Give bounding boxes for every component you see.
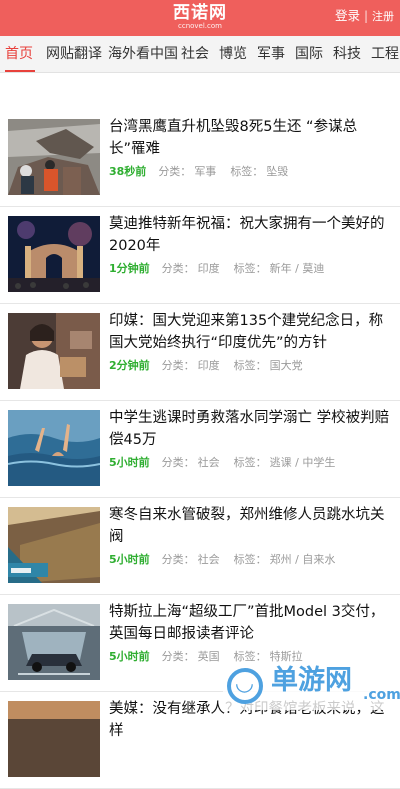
news-item[interactable]: 莫迪推特新年祝福：祝大家拥有一个美好的2020年 1分钟前 分类： 印度 标签： 新年 … (0, 207, 400, 304)
tab-home[interactable]: 首页 (5, 36, 33, 72)
news-title[interactable]: 中学生逃课时勇救落水同学溺亡 学校被判赔偿45万 (109, 407, 392, 451)
tags-label: 标签： (233, 262, 267, 275)
crash-image-icon (8, 119, 100, 195)
publish-time: 2分钟前 (109, 359, 150, 372)
portrait-image-icon (8, 313, 100, 389)
category-link[interactable]: 社会 (198, 553, 220, 566)
tab-military[interactable]: 军事 (257, 36, 285, 72)
tab-overseas[interactable]: 海外看中国 (108, 36, 178, 72)
tab-international[interactable]: 国际 (295, 36, 323, 72)
watermark-smile-icon: ◡ (236, 671, 253, 696)
news-meta: 5小时前 分类： 英国 标签： 特斯拉 (109, 648, 303, 664)
tab-expo[interactable]: 博览 (219, 36, 247, 72)
drowning-image-icon (8, 410, 100, 486)
category-label: 分类： (158, 165, 192, 178)
category-label: 分类： (161, 359, 195, 372)
publish-time: 5小时前 (109, 553, 150, 566)
news-thumbnail[interactable] (8, 410, 100, 486)
top-header: 西诺网 ccnovel.com 登录 | 注册 (0, 0, 400, 36)
news-item[interactable]: 印媒：国大党迎来第135个建党纪念日，称国大党始终执行“印度优先”的方针 2分钟… (0, 304, 400, 401)
tag-link[interactable]: 坠毁 (266, 165, 288, 178)
category-link[interactable]: 印度 (198, 262, 220, 275)
category-link[interactable]: 印度 (198, 359, 220, 372)
tag-link[interactable]: 特斯拉 (270, 650, 303, 663)
fireworks-image-icon (8, 216, 100, 292)
tags-label: 标签： (233, 650, 267, 663)
publish-time: 5小时前 (109, 650, 150, 663)
login-link[interactable]: 登录 (335, 8, 360, 23)
category-label: 分类： (161, 262, 195, 275)
tag-link[interactable]: 郑州 / 自来水 (270, 553, 336, 566)
site-watermark: ◡ 单游网 .com (223, 664, 400, 710)
tags-label: 标签： (230, 165, 264, 178)
news-thumbnail[interactable] (8, 701, 100, 777)
auth-separator: | (363, 9, 368, 23)
category-link[interactable]: 英国 (198, 650, 220, 663)
news-meta: 38秒前 分类： 军事 标签： 坠毁 (109, 163, 288, 179)
category-label: 分类： (161, 456, 195, 469)
news-item[interactable]: 寒冬自来水管破裂，郑州维修人员跳水坑关阀 5小时前 分类： 社会 标签： 郑州 / 自来… (0, 498, 400, 595)
water-pit-image-icon (8, 507, 100, 583)
news-item[interactable]: 台湾黑鹰直升机坠毁8死5生还 “参谋总长”罹难 38秒前 分类： 军事 标签： 坠毁 (0, 110, 400, 207)
publish-time: 38秒前 (109, 165, 147, 178)
category-label: 分类： (161, 650, 195, 663)
auth-links: 登录 | 注册 (335, 9, 394, 24)
restaurant-image-icon (8, 701, 100, 777)
news-thumbnail[interactable] (8, 604, 100, 680)
news-thumbnail[interactable] (8, 119, 100, 195)
tags-label: 标签： (233, 456, 267, 469)
news-meta: 5小时前 分类： 社会 标签： 郑州 / 自来水 (109, 551, 335, 567)
watermark-text: 单游网 (271, 665, 352, 696)
news-thumbnail[interactable] (8, 313, 100, 389)
news-title[interactable]: 特斯拉上海“超级工厂”首批Model 3交付，英国每日邮报读者评论 (109, 601, 392, 645)
category-label: 分类： (161, 553, 195, 566)
tab-society[interactable]: 社会 (181, 36, 209, 72)
category-link[interactable]: 社会 (198, 456, 220, 469)
factory-image-icon (8, 604, 100, 680)
news-title[interactable]: 台湾黑鹰直升机坠毁8死5生还 “参谋总长”罹难 (109, 116, 392, 160)
publish-time: 1分钟前 (109, 262, 150, 275)
news-meta: 5小时前 分类： 社会 标签： 逃课 / 中学生 (109, 454, 335, 470)
tag-link[interactable]: 国大党 (270, 359, 303, 372)
news-meta: 2分钟前 分类： 印度 标签： 国大党 (109, 357, 303, 373)
register-link[interactable]: 注册 (372, 10, 394, 23)
tab-translation[interactable]: 网贴翻译 (46, 36, 102, 72)
publish-time: 5小时前 (109, 456, 150, 469)
tag-link[interactable]: 新年 / 莫迪 (270, 262, 325, 275)
news-thumbnail[interactable] (8, 507, 100, 583)
watermark-domain: .com (363, 687, 400, 703)
category-tabs: 首页 网贴翻译 海外看中国 社会 博览 军事 国际 科技 工程 (0, 36, 400, 73)
news-title[interactable]: 印媒：国大党迎来第135个建党纪念日，称国大党始终执行“印度优先”的方针 (109, 310, 392, 354)
tag-link[interactable]: 逃课 / 中学生 (270, 456, 336, 469)
news-title[interactable]: 寒冬自来水管破裂，郑州维修人员跳水坑关阀 (109, 504, 392, 548)
news-thumbnail[interactable] (8, 216, 100, 292)
news-title[interactable]: 莫迪推特新年祝福：祝大家拥有一个美好的2020年 (109, 213, 392, 257)
tags-label: 标签： (233, 359, 267, 372)
tab-tech[interactable]: 科技 (333, 36, 361, 72)
news-meta: 1分钟前 分类： 印度 标签： 新年 / 莫迪 (109, 260, 324, 276)
tags-label: 标签： (233, 553, 267, 566)
news-item[interactable]: 中学生逃课时勇救落水同学溺亡 学校被判赔偿45万 5小时前 分类： 社会 标签： 逃课 … (0, 401, 400, 498)
active-tab-indicator (5, 70, 35, 72)
tab-engineering[interactable]: 工程 (371, 36, 399, 72)
category-link[interactable]: 军事 (194, 165, 216, 178)
